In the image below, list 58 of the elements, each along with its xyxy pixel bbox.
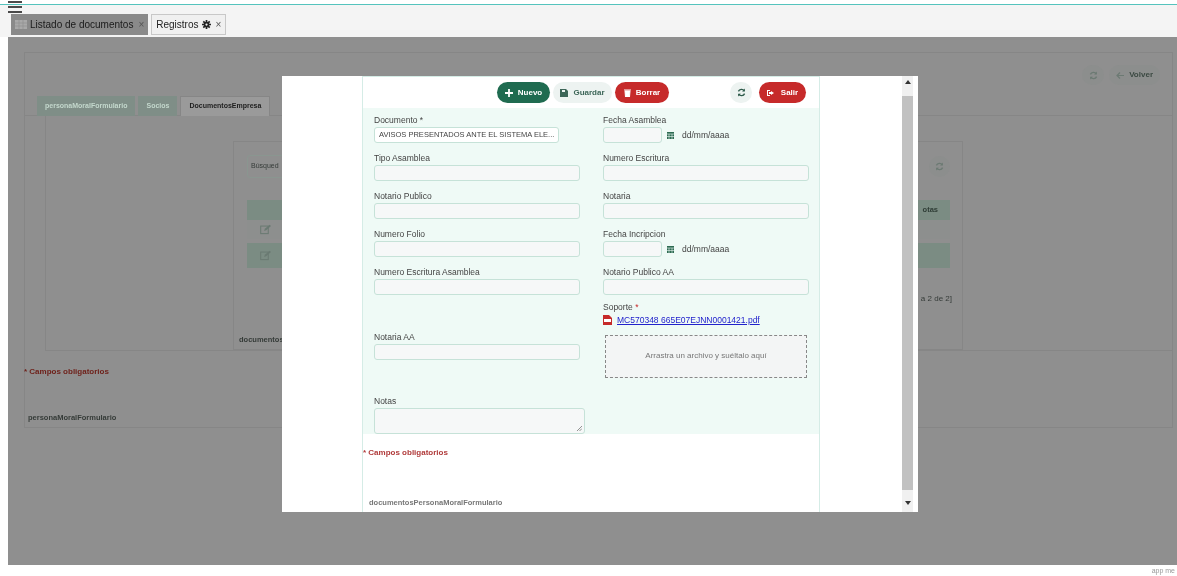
required-note: * Campos obligatorios: [24, 367, 109, 376]
toolbar-button[interactable]: Borrar: [615, 82, 669, 103]
field-label: Numero Escritura: [603, 153, 671, 164]
refresh-icon: [935, 162, 944, 171]
refresh-icon: [1088, 70, 1098, 80]
resize-handle-icon[interactable]: [577, 426, 582, 431]
date-format-hint: dd/mm/aaaa: [682, 242, 730, 256]
field-label: Notario Publico AA: [603, 267, 675, 278]
refresh-icon: [736, 88, 746, 97]
field-label: Notario Publico: [374, 191, 433, 202]
input-field[interactable]: [374, 203, 580, 219]
table-icon: [15, 20, 27, 29]
tab[interactable]: Registros ×: [151, 14, 227, 35]
arrow-left-icon: [1116, 71, 1125, 79]
toolbar-button[interactable]: Nuevo: [497, 82, 550, 103]
field-label: Documento *: [374, 115, 425, 126]
field-label: Notas: [374, 396, 398, 407]
tab[interactable]: Listado de documentos ×: [11, 14, 149, 35]
field-label: Fecha Asamblea: [603, 115, 668, 126]
field-label: Tipo Asamblea: [374, 153, 431, 164]
input-field[interactable]: [374, 241, 580, 257]
input-field[interactable]: [603, 203, 809, 219]
input-field[interactable]: [374, 279, 580, 295]
pdf-file-icon: [603, 315, 612, 326]
date-format-hint: dd/mm/aaaa: [682, 128, 730, 142]
tab-label: Registros: [156, 18, 199, 32]
field-label: Fecha Incripcion: [603, 229, 667, 240]
toolbar-button[interactable]: Guardar: [553, 82, 612, 103]
menu-icon[interactable]: [8, 1, 22, 13]
trash-icon: [623, 88, 631, 97]
field-label: Soporte *: [603, 302, 640, 313]
close-icon[interactable]: ×: [213, 17, 222, 32]
plus-icon: [504, 88, 513, 97]
input-field[interactable]: [374, 165, 580, 181]
notes-field[interactable]: [374, 408, 585, 434]
field-label: Numero Folio: [374, 229, 427, 240]
field-label: Notaria: [603, 191, 632, 202]
edit-icon[interactable]: [260, 223, 271, 235]
field-label: Notaria AA: [374, 332, 416, 343]
date-field[interactable]: [603, 241, 662, 257]
input-field[interactable]: [603, 165, 809, 181]
pagination-text: a 2 de 2]: [920, 293, 952, 305]
refresh-button[interactable]: [730, 82, 752, 103]
calendar-icon[interactable]: [667, 245, 674, 253]
date-field[interactable]: [603, 127, 662, 143]
tab-label: Listado de documentos: [30, 18, 134, 32]
toolbar-button[interactable]: Salir: [759, 82, 806, 103]
input-field[interactable]: [374, 344, 580, 360]
scroll-down-icon[interactable]: [904, 501, 911, 505]
file-link[interactable]: MC570348 665E07EJNN0001421.pdf: [617, 314, 760, 327]
file-drop-zone[interactable]: Arrastra un archivo y suéltalo aquí: [605, 334, 807, 378]
sign-out-icon: [766, 88, 776, 97]
scroll-up-icon[interactable]: [904, 80, 911, 84]
calendar-icon[interactable]: [667, 131, 674, 139]
input-field[interactable]: [603, 279, 809, 295]
field-label: Numero Escritura Asamblea: [374, 267, 481, 278]
required-note: * Campos obligatorios: [363, 448, 448, 457]
gear-icon: [201, 20, 211, 29]
